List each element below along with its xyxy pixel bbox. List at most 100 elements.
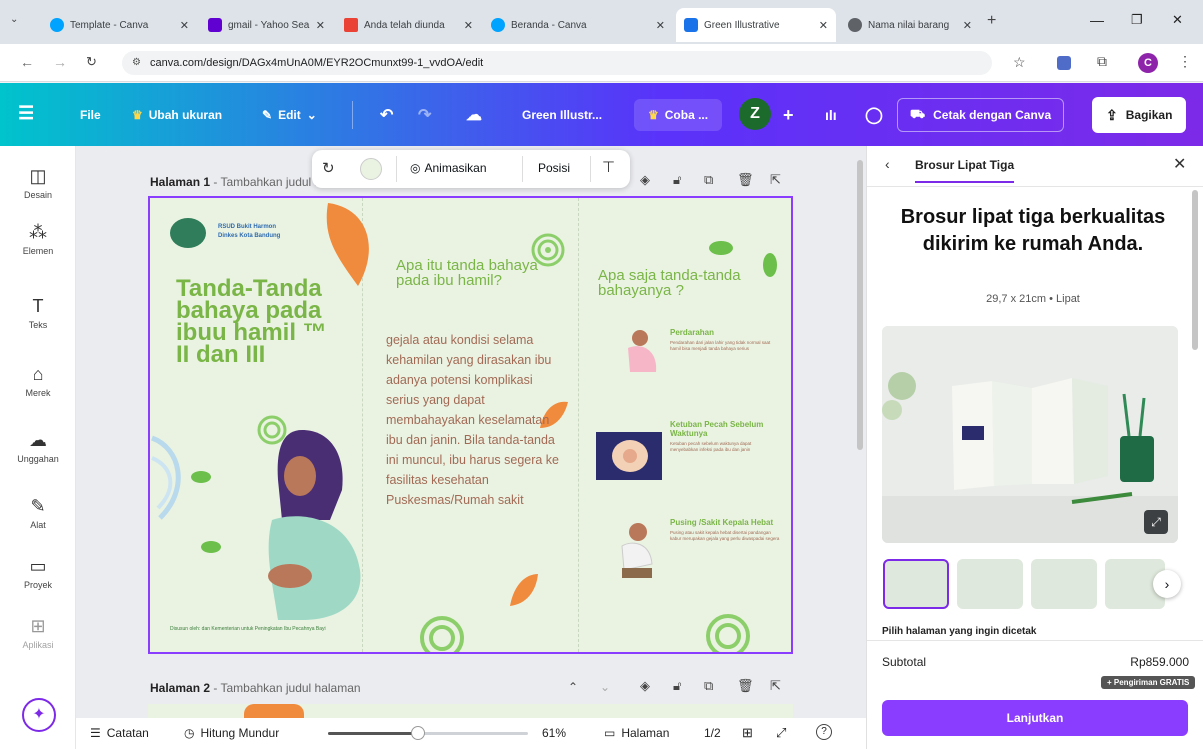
url-field[interactable]: ⚙ canva.com/design/DAGx4mUnA0M/EYR2OCmun… xyxy=(122,51,992,75)
magic-sparkle-icon[interactable]: ✦ xyxy=(22,698,56,732)
print-label: Cetak dengan Canva xyxy=(933,108,1052,122)
position-button[interactable]: Posisi xyxy=(538,161,570,175)
move-page-down-icon[interactable]: ⌄ xyxy=(600,680,610,694)
bookmark-star-icon[interactable]: ☆ xyxy=(1013,54,1026,71)
lock-icon[interactable]: 🔓︎ xyxy=(673,172,681,188)
tab-close-icon[interactable]: ✕ xyxy=(316,19,325,32)
add-page-icon[interactable]: ⇱ xyxy=(770,172,781,188)
document-title[interactable]: Green Illustr... xyxy=(522,103,602,127)
share-button[interactable]: ⇪ Bagikan xyxy=(1092,97,1187,133)
fullscreen-icon[interactable]: ⤢ xyxy=(776,725,786,741)
canvas-scrollbar[interactable] xyxy=(857,160,863,450)
resize-button[interactable]: ♛ Ubah ukuran xyxy=(132,103,222,127)
animate-button[interactable]: ◎ Animasikan xyxy=(410,161,487,175)
pages-button[interactable]: ▭ Halaman xyxy=(604,726,669,740)
paint-format-icon[interactable]: ⊤ xyxy=(602,158,615,176)
sidebar-item-elements[interactable]: ⁂ Elemen xyxy=(0,222,76,256)
sidebar-item-design[interactable]: ◫ Desain xyxy=(0,166,76,200)
delete-page-icon[interactable]: 🗑︎ xyxy=(737,172,754,188)
try-pro-button[interactable]: ♛ Coba ... xyxy=(634,99,723,131)
grid-view-icon[interactable]: ⊞ xyxy=(742,725,753,741)
add-collaborator-icon[interactable]: + xyxy=(783,103,794,127)
minimize-icon[interactable]: — xyxy=(1090,12,1104,28)
delete-page-icon[interactable]: 🗑︎ xyxy=(737,678,754,694)
brochure-page-2[interactable] xyxy=(148,704,793,718)
background-color-swatch[interactable] xyxy=(360,158,382,180)
close-panel-icon[interactable]: ✕ xyxy=(1173,154,1186,174)
zoom-slider-handle[interactable] xyxy=(411,726,425,740)
web-favicon-icon xyxy=(848,18,862,32)
next-thumbnail-icon[interactable]: › xyxy=(1153,570,1181,598)
hide-page-icon[interactable]: ◈ xyxy=(640,678,650,694)
panel-scrollbar[interactable] xyxy=(1192,190,1198,350)
tab-close-icon[interactable]: ✕ xyxy=(963,19,972,32)
file-menu-button[interactable]: File xyxy=(80,103,101,127)
undo-icon[interactable]: ↶ xyxy=(380,103,393,127)
redo-icon[interactable]: ↷ xyxy=(418,103,431,127)
tab-close-icon[interactable]: ✕ xyxy=(180,19,189,32)
tab-close-icon[interactable]: ✕ xyxy=(819,19,828,32)
help-icon[interactable]: ? xyxy=(816,724,832,740)
collaborator-avatar[interactable]: Z xyxy=(739,98,771,130)
sidebar-item-uploads[interactable]: ☁ Unggahan xyxy=(0,430,76,464)
timer-button[interactable]: ◷ Hitung Mundur xyxy=(184,726,279,740)
print-with-canva-button[interactable]: ⛟ Cetak dengan Canva xyxy=(897,98,1065,132)
add-page-icon[interactable]: ⇱ xyxy=(770,678,781,694)
site-info-icon[interactable]: ⚙ xyxy=(132,51,141,75)
pencil-icon: ✎ xyxy=(262,108,273,122)
preview-thumbnail-selected[interactable] xyxy=(883,559,949,609)
extensions-puzzle-icon[interactable]: ⧉ xyxy=(1097,53,1107,70)
canva-favicon-icon xyxy=(684,18,698,32)
close-window-icon[interactable]: ✕ xyxy=(1172,12,1183,28)
duplicate-page-icon[interactable]: ⧉ xyxy=(704,172,713,188)
notes-button[interactable]: ☰ Catatan xyxy=(90,726,149,740)
lock-icon[interactable]: 🔓︎ xyxy=(673,678,681,694)
product-preview-image[interactable]: ⤢ xyxy=(882,326,1178,543)
back-icon[interactable]: ← xyxy=(20,54,34,70)
hide-page-icon[interactable]: ◈ xyxy=(640,172,650,188)
insights-chart-icon[interactable]: ılı xyxy=(825,103,837,127)
sidebar-item-brand[interactable]: ⌂ Merek xyxy=(0,364,76,398)
reload-icon[interactable]: ↻ xyxy=(86,54,97,70)
browser-menu-icon[interactable]: ⋮ xyxy=(1178,53,1192,70)
sidebar-item-text[interactable]: T Teks xyxy=(0,296,76,330)
green-leaf-icon xyxy=(709,241,733,255)
sidebar-item-tools[interactable]: ✎ Alat xyxy=(0,496,76,530)
pages-label: Halaman xyxy=(621,726,670,740)
brochure-page-1[interactable]: RSUD Bukit Harmon Dinkes Kota Bandung Ta… xyxy=(148,196,793,654)
back-chevron-icon[interactable]: ‹ xyxy=(885,156,890,172)
main-menu-icon[interactable]: ☰ xyxy=(18,101,34,125)
forward-icon[interactable]: → xyxy=(53,54,67,70)
tab-close-icon[interactable]: ✕ xyxy=(656,19,665,32)
browser-tab[interactable]: Nama nilai barang ✕ xyxy=(840,8,980,42)
duplicate-page-icon[interactable]: ⧉ xyxy=(704,678,713,694)
restore-icon[interactable]: ❐ xyxy=(1131,12,1143,28)
zoom-slider-track[interactable] xyxy=(328,726,528,740)
zoom-level[interactable]: 61% xyxy=(542,726,566,740)
preview-thumbnail[interactable] xyxy=(1031,559,1097,609)
new-tab-icon[interactable]: + xyxy=(987,12,996,30)
profile-avatar[interactable]: C xyxy=(1138,53,1158,73)
question-heading-2: Apa saja tanda-tanda bahayanya ? xyxy=(598,267,741,299)
extension-icon[interactable] xyxy=(1057,56,1071,70)
browser-tab[interactable]: Anda telah diunda ✕ xyxy=(336,8,481,42)
browser-tab[interactable]: Template - Canva ✕ xyxy=(42,8,197,42)
cloud-save-icon[interactable]: ☁ xyxy=(466,103,482,127)
tab-search-icon[interactable]: ⌄ xyxy=(10,14,18,25)
preview-thumbnail[interactable] xyxy=(957,559,1023,609)
edit-mode-button[interactable]: ✎ Edit ⌄ xyxy=(262,103,317,127)
browser-tab-active[interactable]: Green Illustrative ✕ xyxy=(676,8,836,42)
tab-close-icon[interactable]: ✕ xyxy=(464,19,473,32)
sidebar-item-apps[interactable]: ⊞ Aplikasi xyxy=(0,616,76,650)
browser-tab[interactable]: gmail - Yahoo Sea ✕ xyxy=(200,8,333,42)
refresh-style-icon[interactable]: ↻ xyxy=(322,159,335,177)
continue-button[interactable]: Lanjutkan xyxy=(882,700,1188,736)
edit-label: Edit xyxy=(278,108,301,122)
page-2-title[interactable]: Halaman 2 - Tambahkan judul halaman xyxy=(150,681,361,695)
try-label: Coba ... xyxy=(664,108,709,122)
sidebar-item-projects[interactable]: ▭ Proyek xyxy=(0,556,76,590)
comment-icon[interactable]: ◯ xyxy=(865,103,883,127)
move-page-up-icon[interactable]: ⌃ xyxy=(568,680,578,694)
expand-image-icon[interactable]: ⤢ xyxy=(1144,510,1168,534)
browser-tab[interactable]: Beranda - Canva ✕ xyxy=(483,8,673,42)
